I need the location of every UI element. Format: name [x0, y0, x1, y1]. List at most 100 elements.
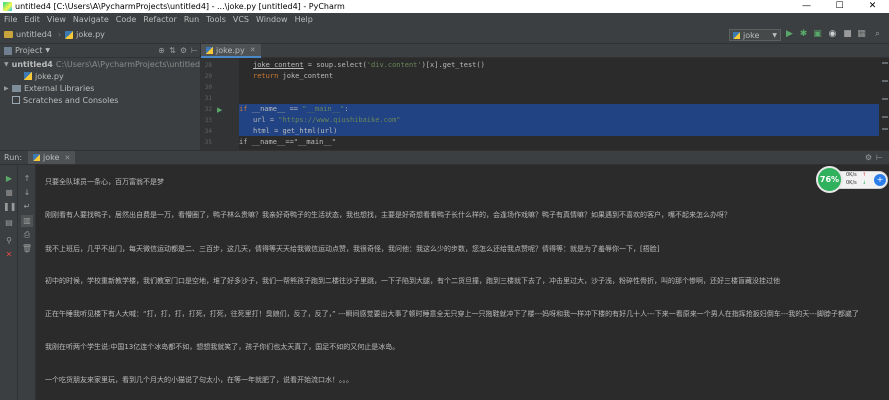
- gear-icon[interactable]: ⚙: [863, 153, 874, 162]
- layout-icon[interactable]: ▤: [3, 217, 15, 229]
- line-number: 29: [204, 73, 212, 80]
- download-arrow-icon: ↓: [862, 180, 867, 186]
- menu-help[interactable]: Help: [295, 15, 313, 24]
- run-panel-header: Run: joke ✕ ⚙ ⊢: [0, 150, 889, 165]
- line-number: 31: [204, 95, 212, 102]
- code-line-selected: url = "https://www.qiushibaike.com": [239, 115, 879, 126]
- run-tab-label: joke: [43, 153, 60, 162]
- upload-arrow-icon: ↑: [862, 172, 867, 178]
- search-everywhere-icon[interactable]: ⌕: [872, 29, 883, 40]
- menu-navigate[interactable]: Navigate: [73, 15, 109, 24]
- tree-root-name: untitled4: [11, 59, 53, 69]
- pause-icon[interactable]: ❚❚: [3, 201, 16, 213]
- menu-tools[interactable]: Tools: [206, 15, 226, 24]
- console-line: 刚刚看有人要找鸭子，居然出自费是一万，看懵圈了，鸭子林么贵嘛？我亲好奇鸭子的生活…: [45, 211, 731, 219]
- breadcrumb-project-label: untitled4: [16, 30, 52, 39]
- menu-bar: File Edit View Navigate Code Refactor Ru…: [0, 13, 889, 26]
- project-structure-icon[interactable]: ▦: [856, 29, 867, 40]
- collapse-all-icon[interactable]: ⇅: [167, 46, 178, 55]
- speed-boost-icon[interactable]: +: [874, 174, 886, 186]
- editor-breadcrumb[interactable]: if __name__=="__main__": [239, 136, 879, 148]
- editor-tab-joke-py[interactable]: joke.py ✕: [201, 44, 261, 58]
- scroll-down-icon[interactable]: ↓: [21, 187, 33, 199]
- breadcrumb-project[interactable]: untitled4 ›: [4, 30, 61, 39]
- pin-icon[interactable]: ⚲: [3, 235, 15, 247]
- tree-item-project-root[interactable]: ▼ untitled4 C:\Users\A\PycharmProjects\u…: [0, 58, 205, 70]
- run-icon[interactable]: ▶: [784, 29, 795, 40]
- network-speed-widget[interactable]: 76% 0K/s ↑ 0K/s ↓ +: [816, 166, 888, 194]
- editor-tab-label: joke.py: [216, 45, 245, 55]
- menu-file[interactable]: File: [4, 15, 17, 24]
- scroll-mark: [882, 62, 888, 64]
- console-line: 我不上班后，几乎不出门，每天微信运动都是二、三百步，这几天，倩得等天天给我微信运…: [45, 245, 660, 253]
- close-tab-icon[interactable]: ✕: [250, 46, 256, 54]
- tree-file-name: joke.py: [35, 71, 64, 81]
- expanded-arrow-icon[interactable]: ▼: [4, 61, 9, 68]
- stop-icon[interactable]: ■: [842, 29, 853, 40]
- menu-view[interactable]: View: [47, 15, 66, 24]
- soft-wrap-icon[interactable]: ↵: [21, 201, 33, 213]
- run-tab-joke[interactable]: joke ✕: [28, 151, 76, 164]
- line-number: 33: [204, 117, 212, 124]
- tree-root-path: C:\Users\A\PycharmProjects\untitled4: [55, 59, 206, 69]
- console-line: 正在午睡我听见楼下有人大喊：“打，打，打，打死，打死，往死里打！臭娘们，反了，反…: [45, 310, 859, 318]
- run-gutter-icon[interactable]: ▶: [217, 106, 225, 114]
- close-icon[interactable]: ✕: [3, 249, 15, 261]
- locate-file-icon[interactable]: ⊕: [156, 46, 167, 55]
- window-title: untitled4 [C:\Users\A\PycharmProjects\un…: [15, 2, 345, 11]
- run-toolbar: ▶ ■ ❚❚ ▤ ⚲ ✕: [0, 165, 18, 400]
- rerun-icon[interactable]: ▶: [3, 173, 15, 185]
- maximize-button[interactable]: ☐: [823, 0, 856, 13]
- python-file-icon: [733, 31, 740, 39]
- stop-icon[interactable]: ■: [3, 187, 15, 199]
- console-line: 只要全队球员一条心，百万富翁不是梦: [45, 178, 164, 186]
- hide-panel-icon[interactable]: ⊢: [874, 153, 885, 162]
- menu-run[interactable]: Run: [184, 15, 199, 24]
- breadcrumb-file[interactable]: joke.py: [65, 30, 105, 39]
- scroll-to-end-icon[interactable]: ▥: [21, 215, 33, 227]
- editor-scrollbar[interactable]: [881, 58, 889, 150]
- menu-refactor[interactable]: Refactor: [143, 15, 177, 24]
- clear-all-icon[interactable]: 🗑: [21, 243, 33, 255]
- project-panel-header: Project ▼ ⊕ ⇅ ⚙ ⊢: [0, 44, 200, 58]
- collapsed-arrow-icon[interactable]: ▶: [4, 85, 12, 92]
- line-number: 32: [204, 106, 212, 113]
- close-tab-icon[interactable]: ✕: [64, 154, 70, 162]
- console-line: 初中的时候，学校重新教学楼，我们教室门口是空地，堆了好多沙子，我们一帮熊孩子跑到…: [45, 277, 780, 285]
- menu-code[interactable]: Code: [116, 15, 136, 24]
- code-editor: joke.py ✕ 28 29 30 31 32 33 34 35 ▶ joke…: [200, 44, 889, 150]
- menu-window[interactable]: Window: [256, 15, 288, 24]
- print-icon[interactable]: ⎙: [21, 229, 33, 241]
- debug-icon[interactable]: ✱: [798, 29, 809, 40]
- run-console[interactable]: 只要全队球员一条心，百万富翁不是梦 刚刚看有人要找鸭子，居然出自费是一万，看懵圈…: [37, 165, 881, 400]
- tree-item-scratches[interactable]: Scratches and Consoles: [0, 94, 200, 106]
- run-configuration-select[interactable]: joke ▼: [729, 29, 781, 41]
- chevron-down-icon[interactable]: ▼: [45, 47, 50, 54]
- menu-vcs[interactable]: VCS: [233, 15, 249, 24]
- scroll-mark: [882, 98, 888, 100]
- scroll-up-icon[interactable]: ↑: [21, 173, 33, 185]
- project-panel-title[interactable]: Project: [15, 46, 42, 55]
- project-panel: Project ▼ ⊕ ⇅ ⚙ ⊢ ▼ untitled4 C:\Users\A…: [0, 44, 205, 150]
- tree-item-external-libraries[interactable]: ▶ External Libraries: [0, 82, 200, 94]
- profile-icon[interactable]: ◉: [827, 29, 838, 40]
- scroll-mark: [882, 128, 888, 130]
- console-scrollbar[interactable]: [881, 165, 889, 400]
- python-file-icon: [206, 46, 213, 54]
- navigation-bar: untitled4 › joke.py joke ▼ ▶ ✱ ▣ ◉ ■ ▦ ⌕: [0, 26, 889, 44]
- minimize-button[interactable]: —: [790, 0, 823, 13]
- menu-edit[interactable]: Edit: [24, 15, 40, 24]
- hide-panel-icon[interactable]: ⊢: [189, 46, 200, 55]
- close-button[interactable]: ✕: [856, 0, 889, 13]
- title-bar: untitled4 [C:\Users\A\PycharmProjects\un…: [0, 0, 889, 13]
- run-panel-label: Run:: [4, 153, 23, 162]
- tree-item-joke-py[interactable]: joke.py: [0, 70, 200, 82]
- console-line: 一个吃货朋友来家里玩，看到几个月大的小猫说了句太小，在等一年就肥了，说看开始流口…: [45, 376, 353, 384]
- speed-gauge: 76%: [816, 166, 843, 193]
- code-line: joke_content = soup.select('div.content'…: [253, 61, 485, 69]
- line-number: 30: [204, 84, 212, 91]
- pycharm-logo-icon: [3, 2, 12, 11]
- gear-icon[interactable]: ⚙: [178, 46, 189, 55]
- python-file-icon: [33, 154, 41, 161]
- coverage-icon[interactable]: ▣: [812, 29, 823, 40]
